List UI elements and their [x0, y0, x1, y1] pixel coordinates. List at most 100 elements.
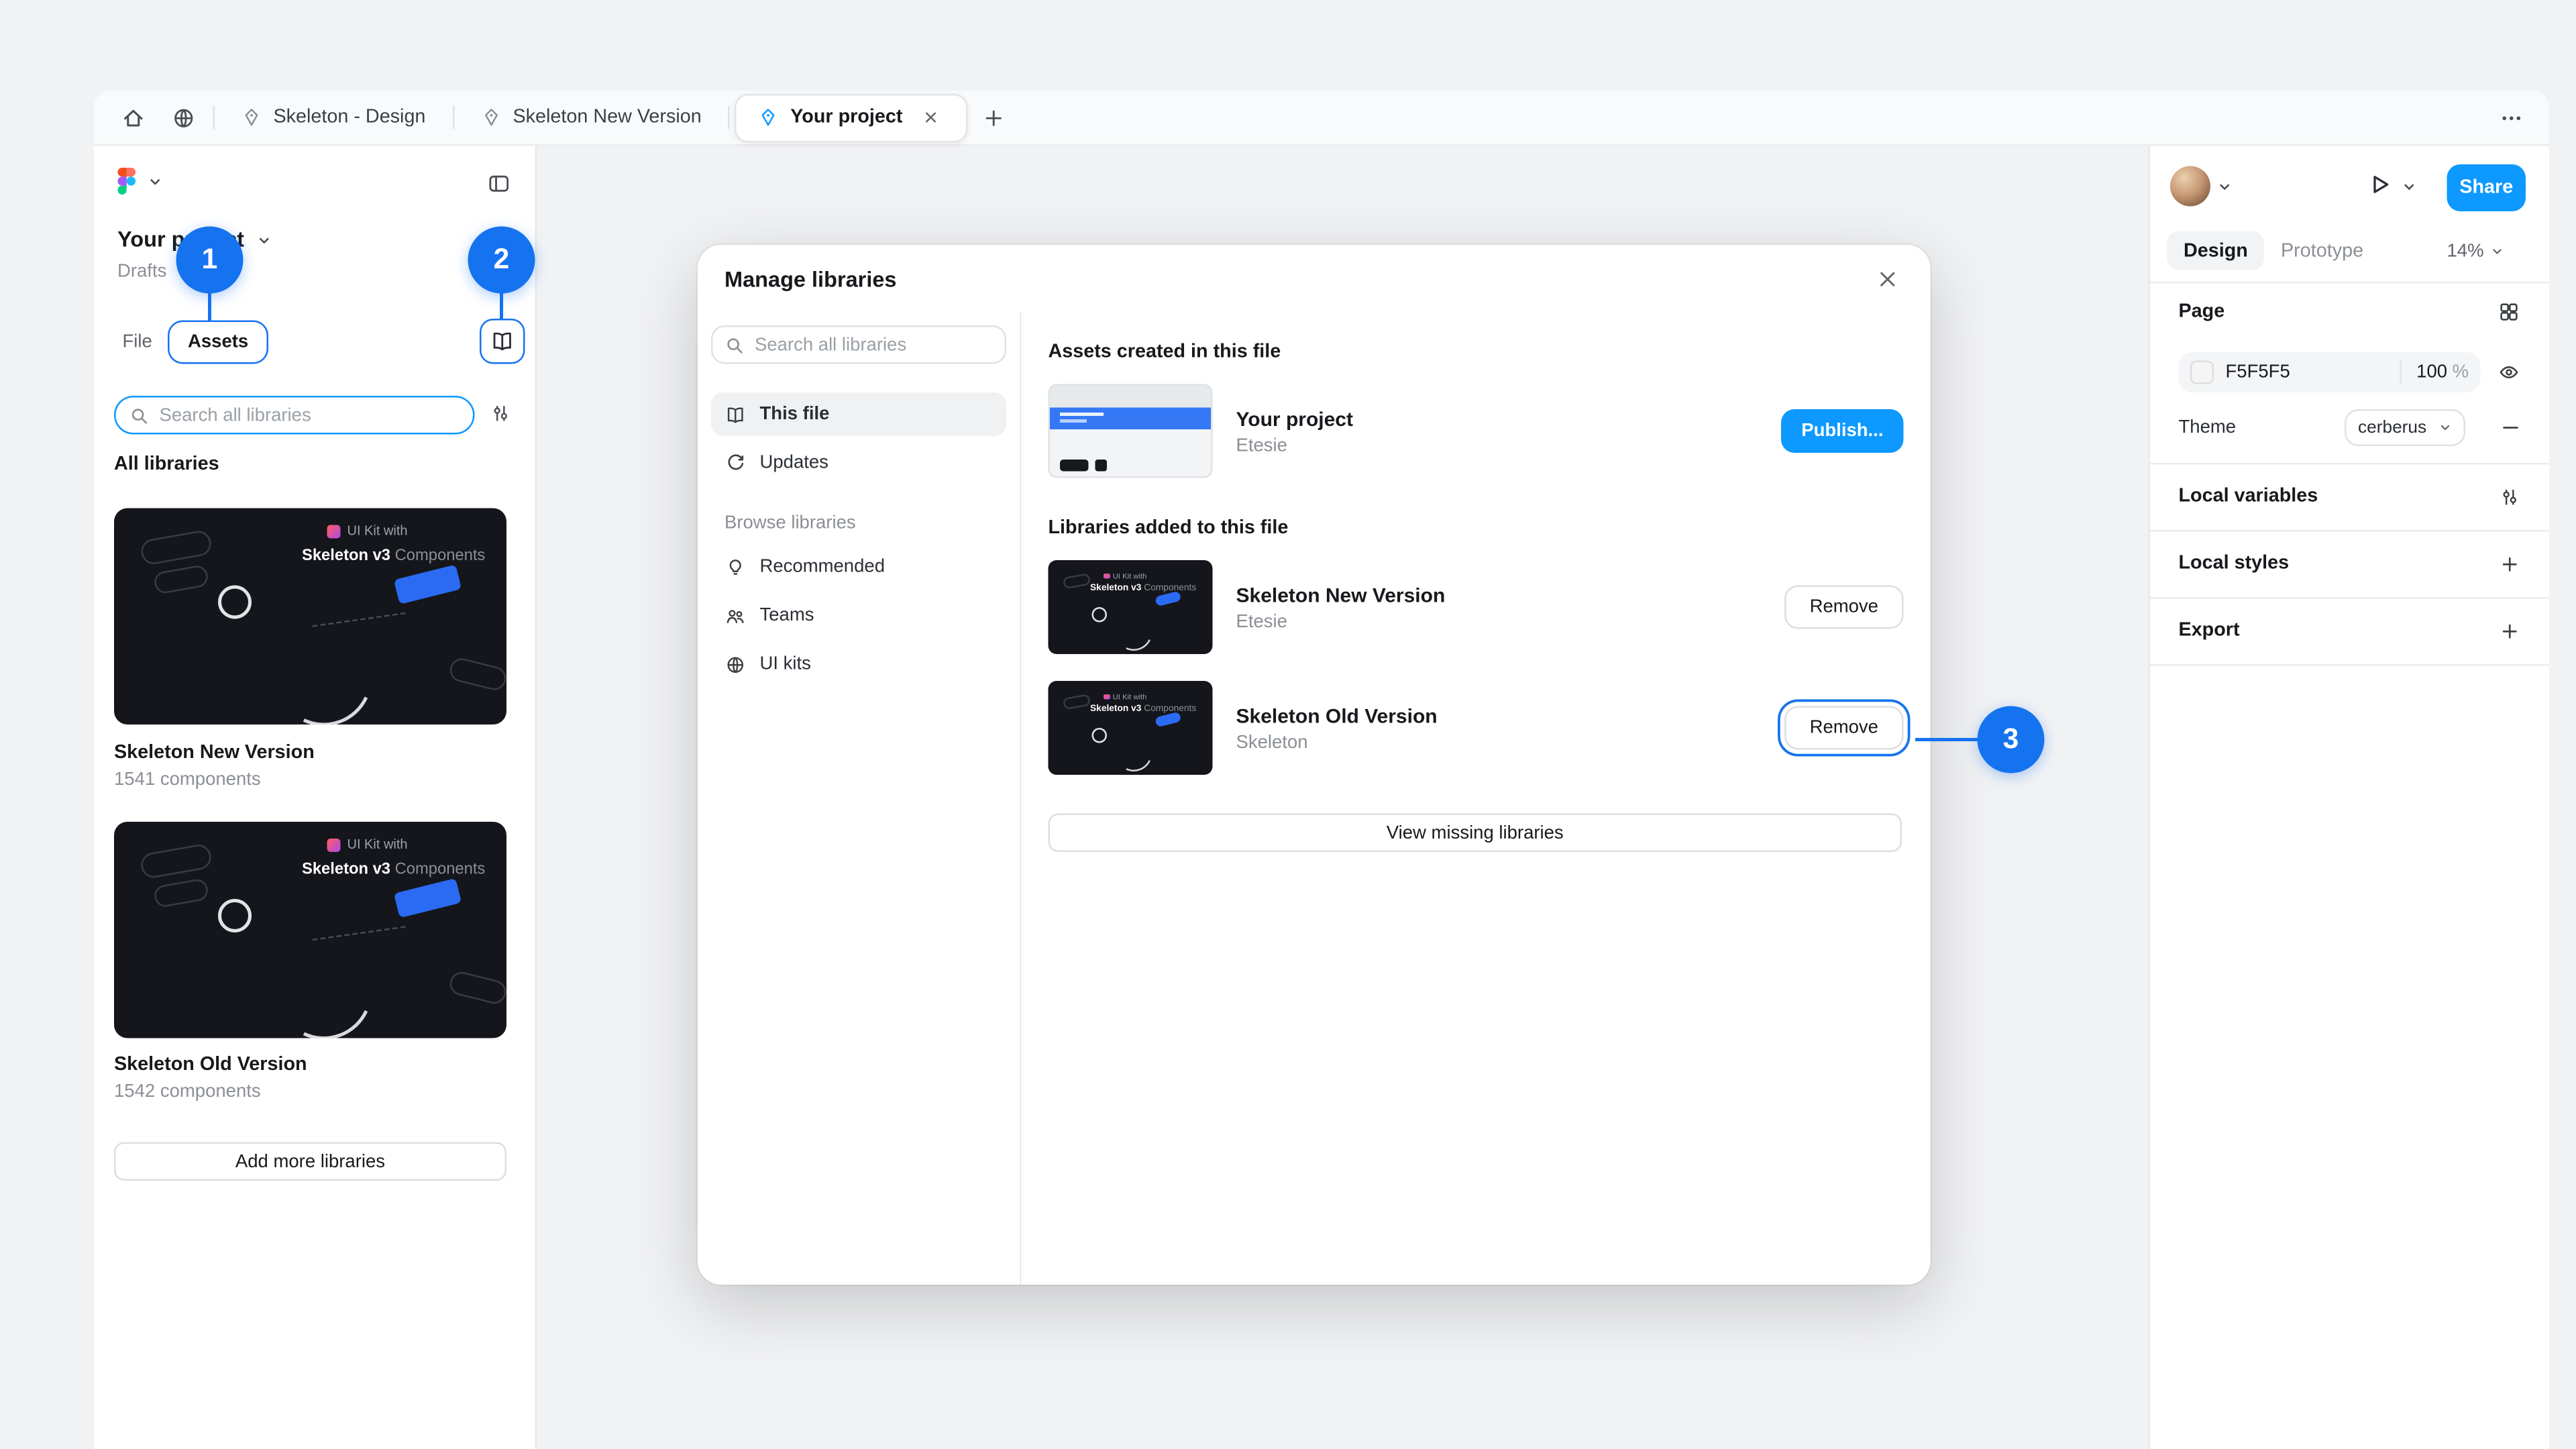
tab-skeleton-design[interactable]: Skeleton - Design: [220, 95, 447, 140]
nav-this-file[interactable]: This file: [711, 392, 1006, 436]
toggle-sidebar-button[interactable]: [486, 171, 512, 197]
kit-prefix: UI Kit with: [347, 837, 408, 853]
plus-icon: [2499, 553, 2521, 575]
skeleton-shape: [140, 843, 213, 879]
skeleton-shape: [153, 564, 209, 595]
zoom-menu[interactable]: 14%: [2447, 241, 2504, 262]
project-row: Your project Etesie Publish...: [1049, 384, 1904, 478]
library-card-skeleton-new-version[interactable]: UI Kit with Skeleton v3 Components: [114, 508, 506, 725]
overflow-menu-button[interactable]: [2485, 95, 2536, 140]
all-libraries-heading: All libraries: [114, 455, 219, 475]
kit-logo-icon: [1104, 573, 1110, 579]
divider: [2150, 664, 2549, 666]
tab-prototype[interactable]: Prototype: [2281, 241, 2363, 262]
left-sidebar: Your project Drafts File Assets All libr…: [94, 146, 537, 1449]
kit-name: Skeleton v3 Components: [302, 547, 485, 566]
tab-file[interactable]: File: [123, 332, 152, 352]
library-search[interactable]: [711, 325, 1006, 364]
local-variables-section[interactable]: Local variables: [2150, 463, 2549, 530]
remove-library-button-highlighted[interactable]: Remove: [1784, 706, 1903, 750]
chevron-down-icon: [148, 174, 163, 189]
project-name: Your project: [1236, 407, 1353, 430]
skeleton-shape: [262, 929, 386, 1038]
callout-step-3: 3: [1978, 706, 2045, 773]
view-missing-libraries-button[interactable]: View missing libraries: [1049, 814, 1902, 853]
close-dialog-button[interactable]: [1870, 262, 1904, 295]
tab-label: Skeleton New Version: [513, 107, 701, 127]
export-label: Export: [2179, 621, 2240, 641]
avatar[interactable]: [2170, 166, 2210, 207]
nav-label: Recommended: [760, 557, 885, 577]
share-button[interactable]: Share: [2447, 164, 2526, 211]
export-section[interactable]: Export: [2150, 597, 2549, 664]
skeleton-shape: [218, 899, 252, 932]
assets-search-input[interactable]: [160, 405, 460, 425]
kit-suffix: Components: [395, 547, 486, 566]
close-tab-icon[interactable]: [918, 104, 945, 131]
book-open-icon: [724, 403, 747, 425]
skeleton-shape: [447, 969, 506, 1006]
globe-icon: [170, 105, 196, 130]
visibility-toggle[interactable]: [2498, 361, 2521, 384]
assets-search[interactable]: [114, 396, 475, 435]
local-variables-label: Local variables: [2179, 486, 2318, 506]
nav-label: Teams: [760, 606, 814, 626]
color-swatch[interactable]: [2190, 361, 2214, 384]
present-button[interactable]: [2367, 171, 2394, 198]
page-grid-button[interactable]: [2498, 301, 2521, 324]
library-thumbnail: UI Kit with Skeleton v3 Components: [1049, 681, 1213, 775]
divider: [2150, 282, 2549, 284]
book-open-icon: [490, 329, 515, 354]
library-thumbnail: UI Kit with Skeleton v3 Components: [1049, 560, 1213, 654]
kit-logo-icon: [327, 838, 341, 851]
tab-assets[interactable]: Assets: [168, 321, 268, 364]
community-button[interactable]: [158, 95, 208, 140]
skeleton-shape: [394, 565, 462, 604]
tab-design[interactable]: Design: [2167, 231, 2265, 270]
nav-teams[interactable]: Teams: [711, 594, 1006, 637]
skeleton-shape: [140, 529, 213, 566]
new-tab-button[interactable]: [968, 95, 1018, 140]
remove-theme-button[interactable]: [2499, 416, 2522, 439]
library-search-input[interactable]: [755, 335, 993, 355]
nav-ui-kits[interactable]: UI kits: [711, 643, 1006, 686]
skeleton-shape: [218, 586, 252, 619]
search-icon: [724, 335, 745, 355]
publish-button[interactable]: Publish...: [1781, 409, 1903, 453]
sidebar-toggle-icon: [486, 171, 512, 197]
add-more-libraries-button[interactable]: Add more libraries: [114, 1142, 506, 1181]
skeleton-shape: [394, 878, 462, 918]
filter-button[interactable]: [490, 402, 512, 425]
remove-library-button[interactable]: Remove: [1784, 586, 1903, 629]
library-card-skeleton-old-version[interactable]: UI Kit with Skeleton v3 Components: [114, 822, 506, 1038]
grid-icon: [2498, 301, 2521, 324]
chevron-down-icon[interactable]: [257, 233, 272, 249]
callout-step-1: 1: [176, 227, 244, 294]
nav-recommended[interactable]: Recommended: [711, 545, 1006, 589]
page-opacity-value[interactable]: 100: [2416, 362, 2447, 382]
add-style-button[interactable]: [2499, 553, 2521, 575]
close-icon: [1876, 268, 1898, 290]
libraries-added-heading: Libraries added to this file: [1049, 519, 1904, 539]
chevron-down-icon[interactable]: [2402, 180, 2417, 195]
library-name: Skeleton Old Version: [1236, 704, 1438, 727]
library-owner: Skeleton: [1236, 732, 1438, 752]
design-file-icon: [759, 107, 779, 127]
nav-updates[interactable]: Updates: [711, 441, 1006, 485]
assets-created-heading: Assets created in this file: [1049, 342, 1904, 362]
page-color-input[interactable]: F5F5F5 100 %: [2179, 352, 2481, 392]
home-button[interactable]: [107, 95, 158, 140]
libraries-button[interactable]: [480, 319, 525, 364]
chevron-down-icon[interactable]: [2217, 180, 2233, 195]
local-styles-section[interactable]: Local styles: [2150, 530, 2549, 597]
add-export-button[interactable]: [2499, 620, 2521, 642]
plus-icon: [2499, 620, 2521, 642]
design-file-icon: [481, 107, 501, 127]
page-color-hex[interactable]: F5F5F5: [2226, 362, 2290, 382]
tab-skeleton-new-version[interactable]: Skeleton New Version: [459, 95, 723, 140]
variables-button[interactable]: [2499, 486, 2521, 508]
theme-select[interactable]: cerberus: [2345, 409, 2465, 446]
home-icon: [120, 105, 146, 130]
tab-your-project[interactable]: Your project: [735, 93, 968, 142]
figma-menu-button[interactable]: [117, 168, 163, 195]
